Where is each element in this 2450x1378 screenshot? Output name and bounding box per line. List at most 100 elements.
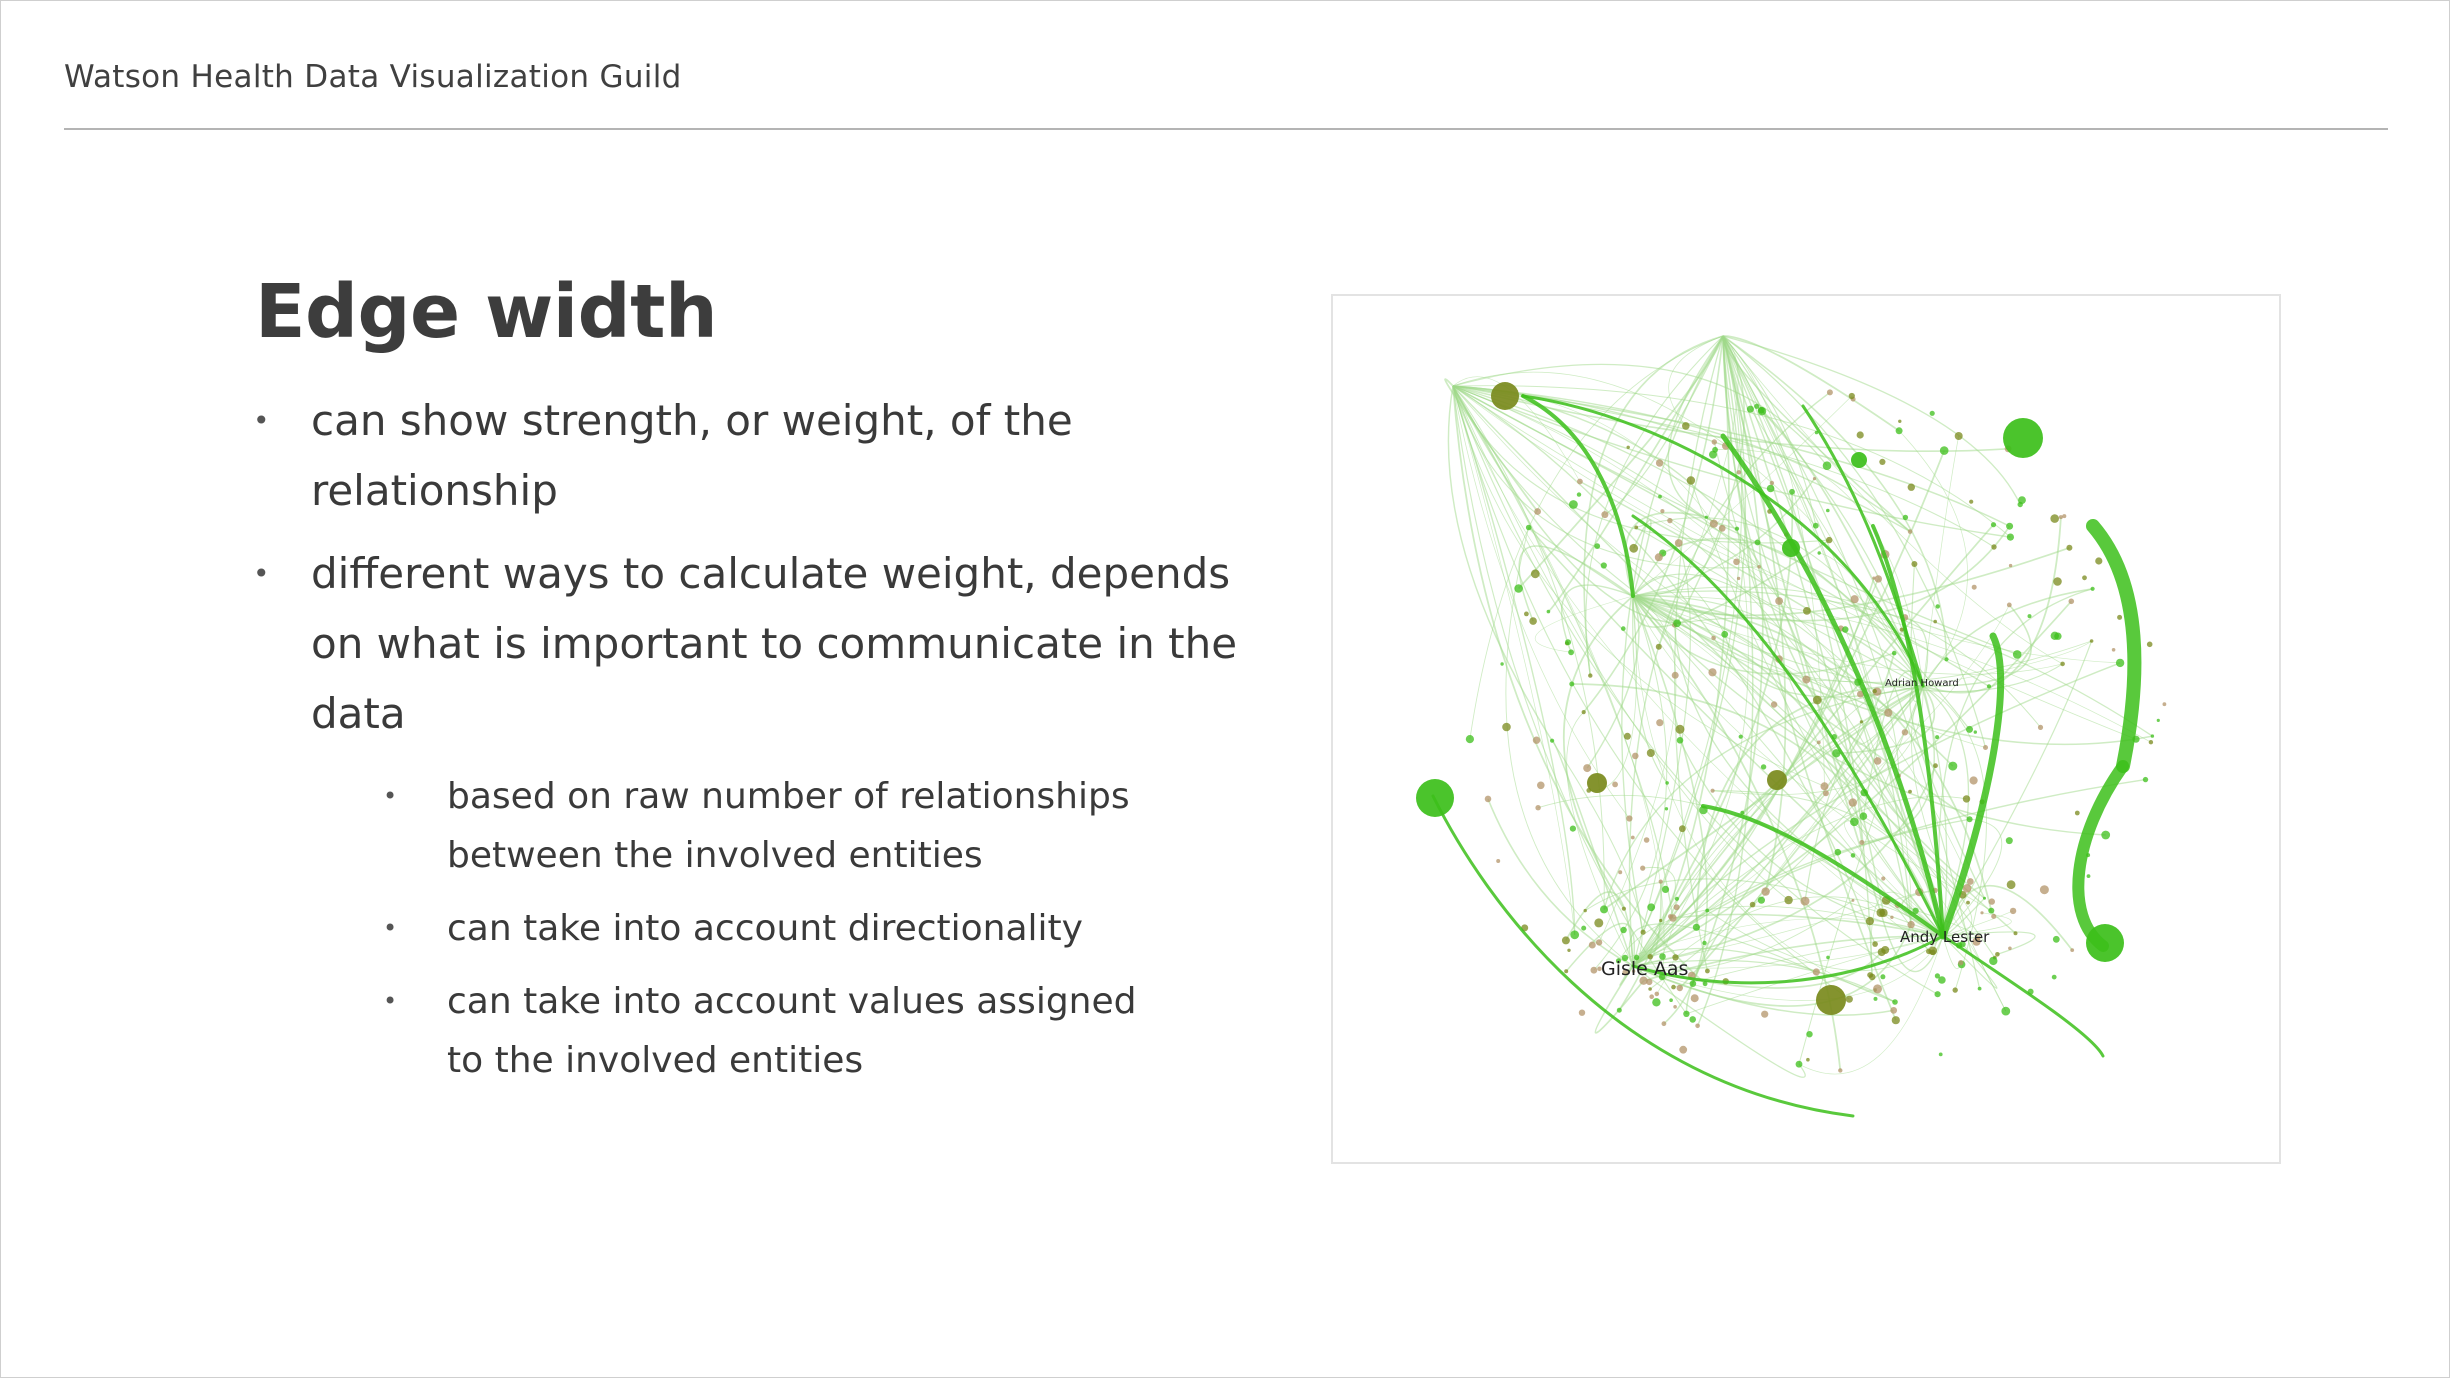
sub-bullet-text: can take into account values assigned to…: [447, 981, 1137, 1081]
graph-node: [1537, 781, 1545, 790]
graph-node: [1648, 987, 1652, 991]
graph-node: [1761, 887, 1770, 896]
graph-node: [1578, 1009, 1586, 1016]
graph-node: [2082, 575, 2087, 581]
graph-node: [1665, 781, 1669, 785]
graph-node: [1484, 795, 1492, 803]
graph-node: [1991, 913, 1997, 919]
graph-node: [1872, 688, 1877, 694]
graph-node: [2117, 614, 2123, 620]
graph-node: [1568, 649, 1574, 656]
graph-node: [1884, 708, 1893, 717]
graph-node: [1676, 737, 1684, 744]
graph-node: [1686, 476, 1696, 485]
graph-node: [1669, 998, 1673, 1002]
graph-node: [2115, 658, 2125, 668]
graph-node: [1569, 681, 1575, 687]
bullet-item: • can show strength, or weight, of the r…: [249, 386, 1249, 526]
graph-node: [1766, 484, 1775, 493]
graph-node: [2068, 598, 2075, 605]
graph-node: [1671, 671, 1679, 679]
graph-node: [1876, 908, 1886, 917]
graph-node: [1588, 941, 1596, 949]
graph-node: [1795, 1060, 1803, 1068]
graph-node: [1784, 895, 1793, 905]
graph-node: [1673, 619, 1681, 628]
graph-node: [1872, 576, 1876, 580]
graph-hub-node: [1587, 773, 1607, 793]
graph-node: [2008, 563, 2013, 568]
graph-node: [1873, 984, 1882, 994]
graph-node: [1601, 511, 1609, 519]
graph-edge: [1518, 545, 1634, 622]
graph-node: [1933, 619, 1937, 624]
graph-node: [1859, 720, 1863, 724]
graph-node: [1524, 611, 1529, 617]
bullet-icon: •: [253, 557, 270, 590]
faint-edges: [1444, 335, 2153, 1078]
bullet-list: • can show strength, or weight, of the r…: [249, 386, 1249, 762]
graph-node: [1991, 544, 1997, 550]
graph-node: [1673, 904, 1680, 911]
graph-hub-node: [1416, 779, 1454, 817]
graph-node: [1535, 805, 1541, 811]
graph-node: [1760, 764, 1767, 770]
graph-node: [2051, 974, 2057, 980]
graph-node: [2066, 544, 2073, 551]
sub-bullet-item: • can take into account directionality: [379, 899, 1159, 958]
graph-node: [1661, 885, 1670, 894]
small-nodes: [1465, 389, 2167, 1073]
weighted-edge: [2072, 760, 2129, 952]
graph-node: [1907, 529, 1913, 534]
graph-node: [2086, 874, 2091, 878]
graph-node: [1738, 734, 1743, 739]
graph-node: [1802, 675, 1811, 684]
graph-node: [1695, 1023, 1700, 1029]
graph-node: [2006, 880, 2016, 890]
graph-node: [2101, 830, 2111, 840]
graph-node: [2052, 935, 2060, 943]
graph-node: [1754, 403, 1760, 409]
graph-node: [1649, 994, 1654, 999]
graph-node: [1812, 695, 1822, 705]
graph-node: [1898, 419, 1902, 423]
graph-node: [2037, 724, 2044, 730]
graph-node: [1806, 1057, 1810, 1062]
header-divider: [64, 128, 2388, 130]
graph-node: [1907, 483, 1915, 491]
graph-node: [1682, 422, 1690, 430]
graph-node: [1806, 1031, 1813, 1038]
graph-node: [1817, 551, 1821, 555]
graph-edge: [1505, 527, 1634, 967]
graph-node: [1933, 763, 1938, 769]
page-title: Edge width: [255, 269, 718, 355]
graph-node: [1692, 923, 1700, 931]
graph-node: [2146, 641, 2153, 648]
bullet-icon: •: [253, 404, 270, 437]
graph-node: [2013, 931, 2018, 936]
graph-node: [1736, 470, 1742, 475]
graph-node: [2053, 577, 2062, 586]
graph-node: [1962, 795, 1971, 803]
graph-node: [1643, 837, 1650, 843]
graph-node: [1675, 724, 1685, 734]
graph-node: [1621, 626, 1626, 631]
graph-node: [1616, 1007, 1622, 1013]
graph-node: [1570, 930, 1580, 940]
graph-node: [1656, 719, 1664, 727]
graph-node: [2148, 740, 2154, 745]
graph-node: [1640, 865, 1646, 871]
graph-node: [1938, 1052, 1943, 1057]
graph-hub-node: [1851, 452, 1867, 468]
graph-node: [1848, 392, 1855, 400]
graph-node: [1588, 673, 1593, 678]
bullet-icon: •: [383, 782, 398, 810]
graph-node: [1746, 405, 1754, 413]
graph-node: [2162, 702, 2167, 707]
graph-node: [1977, 986, 1982, 991]
graph-node: [1600, 905, 1608, 914]
graph-node: [2156, 718, 2160, 722]
graph-node: [1567, 948, 1571, 952]
graph-node: [1594, 543, 1601, 549]
graph-node: [1534, 508, 1541, 515]
